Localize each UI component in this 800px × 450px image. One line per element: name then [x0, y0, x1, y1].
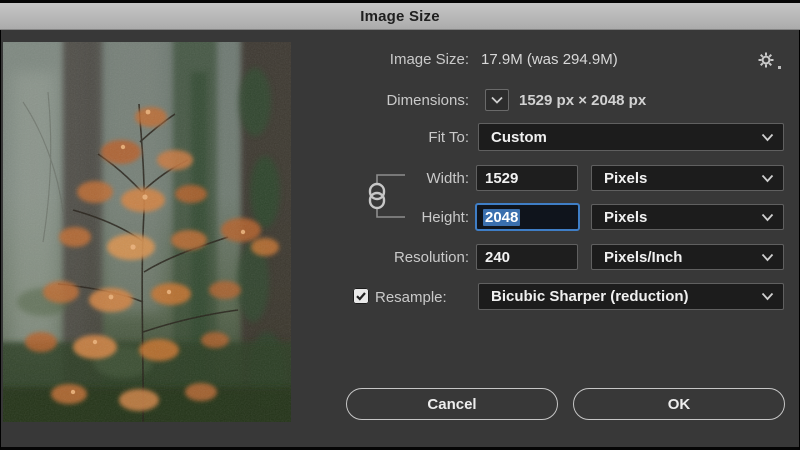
chevron-down-icon — [761, 213, 774, 222]
ok-button[interactable]: OK — [573, 388, 785, 420]
chevron-down-icon — [761, 292, 774, 301]
page-title: Image Size — [360, 8, 440, 25]
chevron-down-icon — [761, 253, 774, 262]
resolution-label: Resolution: — [301, 249, 469, 266]
cancel-button[interactable]: Cancel — [346, 388, 558, 420]
height-label: Height: — [301, 209, 469, 226]
resolution-unit-value: Pixels/Inch — [604, 249, 682, 266]
resample-method-value: Bicubic Sharper (reduction) — [491, 288, 689, 305]
chevron-down-icon — [761, 174, 774, 183]
image-size-dialog: Image Size — [0, 0, 800, 450]
menu-dot-icon — [778, 66, 781, 69]
height-unit-value: Pixels — [604, 209, 647, 226]
dimensions-label: Dimensions: — [301, 92, 469, 109]
dimensions-unit-dropdown-button[interactable] — [485, 89, 509, 111]
dialog-body: Image Size: 17.9M (was 294.9M) Dimension… — [0, 30, 800, 450]
height-unit-select[interactable]: Pixels — [591, 204, 784, 230]
width-unit-value: Pixels — [604, 170, 647, 187]
fit-to-select[interactable]: Custom — [478, 123, 784, 151]
checkmark-icon — [355, 290, 367, 302]
fit-to-label: Fit To: — [301, 129, 469, 146]
options-menu-button[interactable] — [753, 48, 787, 74]
forest-photo-illustration — [3, 42, 291, 422]
image-size-label: Image Size: — [301, 51, 469, 68]
resample-method-select[interactable]: Bicubic Sharper (reduction) — [478, 283, 784, 310]
resolution-unit-select[interactable]: Pixels/Inch — [591, 244, 784, 270]
chevron-down-icon — [761, 133, 774, 142]
height-input[interactable]: 2048 — [475, 203, 580, 231]
chevron-down-icon — [490, 95, 504, 105]
height-selected-text: 2048 — [483, 209, 520, 226]
width-unit-select[interactable]: Pixels — [591, 165, 784, 191]
title-bar: Image Size — [0, 0, 800, 30]
width-label: Width: — [301, 170, 469, 187]
fit-to-selected-value: Custom — [491, 129, 547, 146]
image-preview[interactable] — [3, 42, 291, 422]
resample-checkbox[interactable] — [353, 288, 369, 304]
dimensions-value: 1529 px × 2048 px — [519, 92, 646, 109]
width-input[interactable] — [476, 165, 578, 191]
resolution-input[interactable] — [476, 244, 578, 270]
resample-label: Resample: — [375, 289, 447, 306]
image-size-value: 17.9M (was 294.9M) — [481, 51, 618, 68]
gear-icon — [755, 50, 783, 72]
